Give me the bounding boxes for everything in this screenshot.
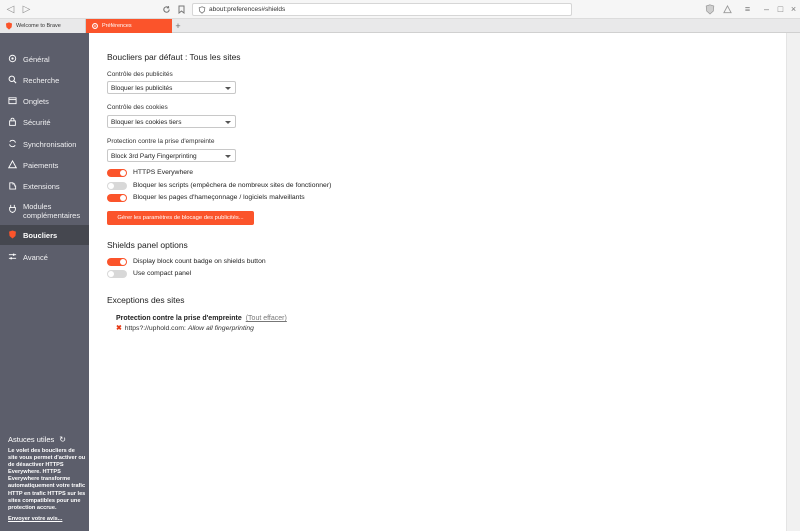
fingerprint-control-label: Protection contre la prise d'empreinte <box>107 138 215 145</box>
payments-icon <box>8 160 17 169</box>
url-bar[interactable]: about:preferences#shields <box>192 3 572 16</box>
toggle-label: Display block count badge on shields but… <box>133 258 266 265</box>
toolbar: ◁ ▷ about:preferences#shields ≡ – □ × <box>0 0 800 19</box>
toggle-label: Bloquer les pages d'hameçonnage / logici… <box>133 194 305 201</box>
ads-control-value: Bloquer les publicités <box>111 85 173 92</box>
sidebar-item-label: Boucliers <box>23 231 58 240</box>
remove-exception-icon[interactable]: ✖ <box>116 325 122 332</box>
sidebar-item-label: Onglets <box>23 97 49 106</box>
tab-welcome[interactable]: Welcome to Brave <box>0 19 86 33</box>
fingerprint-exceptions-heading: Protection contre la prise d'empreinte (… <box>116 315 287 322</box>
site-shield-icon <box>198 6 206 14</box>
sidebar-item-label: Modules complémentaires <box>23 202 81 220</box>
exceptions-title: Exceptions des sites <box>107 295 185 305</box>
panel-options-title: Shields panel options <box>107 240 188 250</box>
cookie-control-value: Bloquer les cookies tiers <box>111 119 182 126</box>
tab-label: Welcome to Brave <box>16 23 61 29</box>
compact-panel-toggle[interactable] <box>107 270 127 278</box>
bookmark-icon[interactable] <box>175 3 188 16</box>
new-tab-icon[interactable]: + <box>172 19 184 33</box>
ads-control-select[interactable]: Bloquer les publicités <box>107 81 236 94</box>
sidebar-item-sync[interactable]: Synchronisation <box>0 134 89 154</box>
tips-box: Astuces utiles ↻ Le volet des boucliers d… <box>8 435 86 512</box>
block-scripts-toggle[interactable] <box>107 182 127 190</box>
sidebar-item-extensions[interactable]: Extensions <box>0 176 89 196</box>
maximize-icon[interactable]: □ <box>774 3 787 16</box>
general-icon <box>8 54 17 63</box>
toggle-label: Bloquer les scripts (empêchera de nombre… <box>133 182 332 189</box>
chevron-down-icon <box>225 87 231 90</box>
toggle-label: HTTPS Everywhere <box>133 169 194 176</box>
clear-all-link[interactable]: (Tout effacer) <box>246 315 287 322</box>
refresh-tip-icon[interactable]: ↻ <box>59 435 66 444</box>
ads-control-label: Contrôle des publicités <box>107 71 173 78</box>
sliders-icon <box>8 253 17 260</box>
tips-body: Le volet des boucliers de site vous perm… <box>8 448 86 511</box>
sidebar-item-payments[interactable]: Paiements <box>0 155 89 175</box>
sidebar-item-label: Sécurité <box>23 118 51 127</box>
sidebar: Général Recherche Onglets Sécurité Synch… <box>0 33 89 531</box>
tab-label: Préférences <box>102 23 132 29</box>
shield-icon <box>9 230 16 239</box>
sidebar-item-plugins[interactable]: Modules complémentaires <box>0 199 89 220</box>
chevron-down-icon <box>225 155 231 158</box>
back-icon[interactable]: ◁ <box>4 3 17 16</box>
default-shields-title: Boucliers par défaut : Tous les sites <box>107 52 241 62</box>
sidebar-item-search[interactable]: Recherche <box>0 70 89 90</box>
minimize-icon[interactable]: – <box>760 3 773 16</box>
url-text: about:preferences#shields <box>209 6 286 13</box>
manage-ad-block-button[interactable]: Gérer les paramètres de blocage des publ… <box>107 211 254 225</box>
rewards-icon[interactable] <box>721 3 734 16</box>
menu-icon[interactable]: ≡ <box>741 3 754 16</box>
exception-rule: Allow all fingerprinting <box>187 325 254 332</box>
sidebar-item-advanced[interactable]: Avancé <box>0 247 89 267</box>
send-feedback-link[interactable]: Envoyer votre avis... <box>8 516 62 522</box>
tabs-icon <box>8 97 17 105</box>
brave-logo-icon <box>5 22 13 30</box>
extensions-icon <box>9 182 17 190</box>
tips-title: Astuces utiles ↻ <box>8 435 66 444</box>
exception-entry: ✖ https?://uphold.com: Allow all fingerpr… <box>116 324 254 332</box>
reload-icon[interactable] <box>160 3 173 16</box>
tab-preferences[interactable]: Préférences <box>86 19 172 33</box>
sidebar-item-label: Synchronisation <box>23 140 77 149</box>
sidebar-item-tabs[interactable]: Onglets <box>0 91 89 111</box>
sidebar-item-security[interactable]: Sécurité <box>0 112 89 132</box>
cookie-control-label: Contrôle des cookies <box>107 104 168 111</box>
badge-count-toggle[interactable] <box>107 258 127 266</box>
fingerprint-control-value: Block 3rd Party Fingerprinting <box>111 153 197 160</box>
sidebar-item-label: Avancé <box>23 253 48 262</box>
sidebar-item-general[interactable]: Général <box>0 49 89 69</box>
sidebar-item-label: Extensions <box>23 182 60 191</box>
scrollbar[interactable] <box>786 33 800 531</box>
chevron-down-icon <box>225 121 231 124</box>
brave-shields-icon[interactable] <box>703 3 716 16</box>
close-window-icon[interactable]: × <box>787 3 800 16</box>
lock-icon <box>9 117 16 126</box>
forward-icon[interactable]: ▷ <box>20 3 33 16</box>
toggle-label: Use compact panel <box>133 270 192 277</box>
fingerprint-control-select[interactable]: Block 3rd Party Fingerprinting <box>107 149 236 162</box>
exception-site: https?://uphold.com: <box>124 325 186 332</box>
sync-icon <box>9 139 16 148</box>
sidebar-item-label: Recherche <box>23 76 60 85</box>
cookie-control-select[interactable]: Bloquer les cookies tiers <box>107 115 236 128</box>
main-panel: Boucliers par défaut : Tous les sites Co… <box>89 33 786 531</box>
sidebar-item-shields[interactable]: Boucliers <box>0 225 89 245</box>
search-icon <box>8 75 17 84</box>
block-phishing-toggle[interactable] <box>107 194 127 202</box>
sidebar-item-label: Général <box>23 55 50 64</box>
tab-strip: Welcome to Brave Préférences + <box>0 19 800 33</box>
sidebar-item-label: Paiements <box>23 161 59 170</box>
gear-icon <box>92 23 98 29</box>
https-everywhere-toggle[interactable] <box>107 169 127 177</box>
plugins-icon <box>9 204 16 213</box>
